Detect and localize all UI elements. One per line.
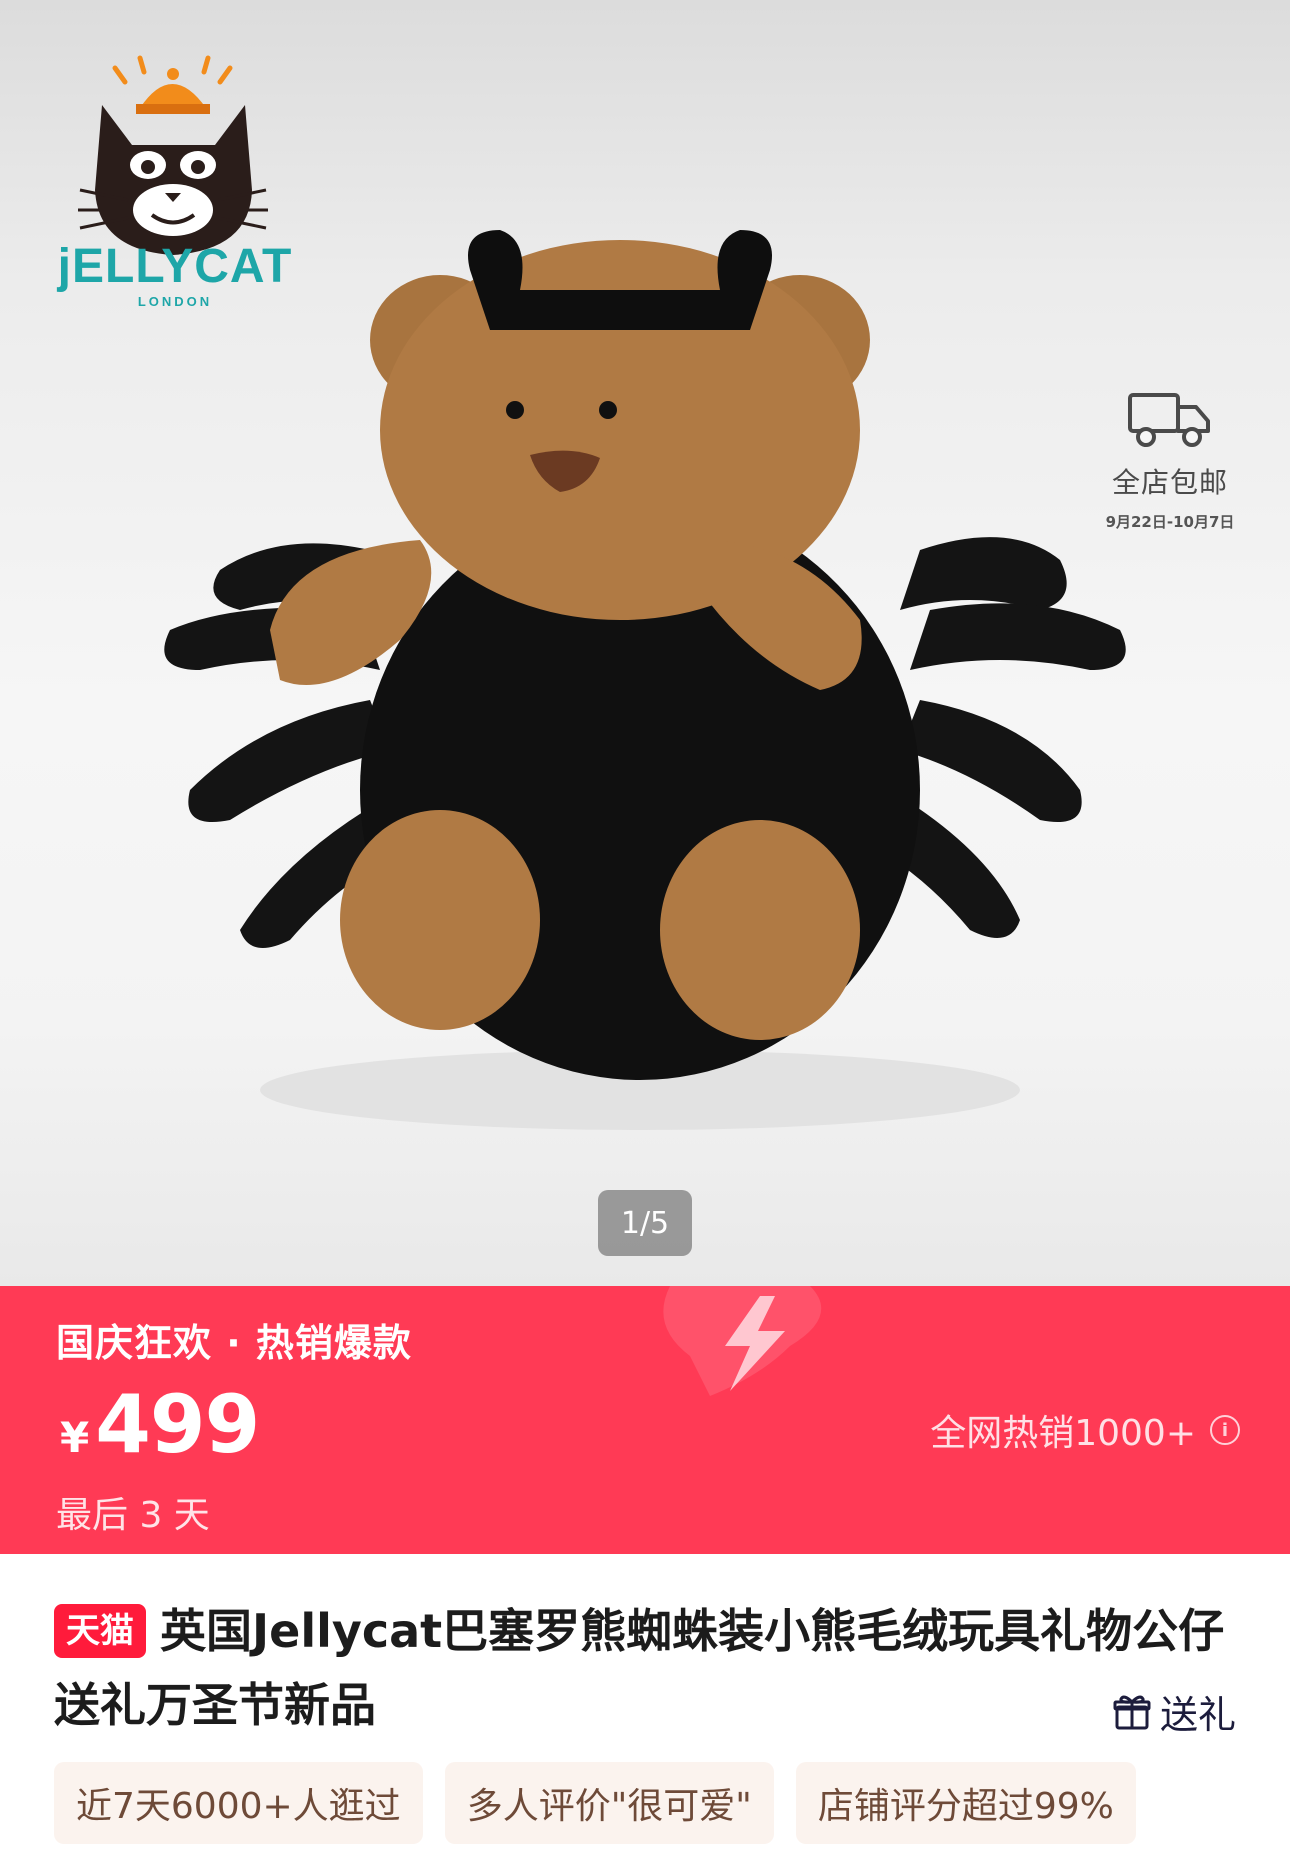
- tag-store-rating[interactable]: 店铺评分超过99%: [795, 1762, 1136, 1844]
- image-gallery[interactable]: jELLYCAT LONDON 全店包邮 9月22日-10月7日 1/5: [0, 0, 1290, 1286]
- price-currency: ¥: [60, 1413, 90, 1462]
- tmall-badge: 天猫: [54, 1604, 146, 1658]
- sales-count[interactable]: 全网热销1000+ i: [930, 1404, 1240, 1456]
- promo-title: 国庆狂欢 · 热销爆款: [56, 1321, 412, 1365]
- tag-views[interactable]: 近7天6000+人逛过: [54, 1762, 423, 1844]
- promo-price-banner: 国庆狂欢 · 热销爆款 ¥ 499 全网热销1000+ i 最后 3 天: [0, 1286, 1290, 1554]
- free-shipping-badge: 全店包邮 9月22日-10月7日: [1070, 385, 1270, 545]
- info-icon[interactable]: i: [1210, 1415, 1240, 1445]
- price-value: 499: [95, 1378, 260, 1471]
- highlight-tags: 近7天6000+人逛过 多人评价"很可爱" 店铺评分超过99%: [54, 1762, 1290, 1844]
- gift-label: 送礼: [1159, 1693, 1236, 1737]
- lightning-watermark-icon: [663, 1286, 822, 1396]
- tag-reviews[interactable]: 多人评价"很可爱": [444, 1762, 774, 1844]
- shipping-dates: 9月22日-10月7日: [1105, 513, 1235, 531]
- shipping-title: 全店包邮: [1111, 466, 1228, 499]
- price: ¥ 499: [60, 1378, 260, 1471]
- product-title-text: 英国Jellycat巴塞罗熊蜘蛛装小熊毛绒玩具礼物公仔送礼万圣节新品: [54, 1604, 1225, 1732]
- product-title: 天猫 英国Jellycat巴塞罗熊蜘蛛装小熊毛绒玩具礼物公仔送礼万圣节新品: [54, 1594, 1234, 1742]
- product-detail-page: jELLYCAT LONDON 全店包邮 9月22日-10月7日 1/5 国庆狂…: [0, 0, 1290, 1866]
- product-info: 天猫 英国Jellycat巴塞罗熊蜘蛛装小熊毛绒玩具礼物公仔送礼万圣节新品 送礼 …: [0, 1554, 1290, 1866]
- truck-icon: [1128, 393, 1210, 447]
- promo-countdown: 最后 3 天: [56, 1495, 210, 1536]
- gallery-page-indicator: 1/5: [598, 1190, 692, 1256]
- gift-button[interactable]: 送礼: [1112, 1684, 1236, 1739]
- sales-count-text: 全网热销1000+: [930, 1413, 1196, 1454]
- gift-icon: [1113, 1695, 1151, 1729]
- product-image-bear-spider: [160, 230, 1140, 1150]
